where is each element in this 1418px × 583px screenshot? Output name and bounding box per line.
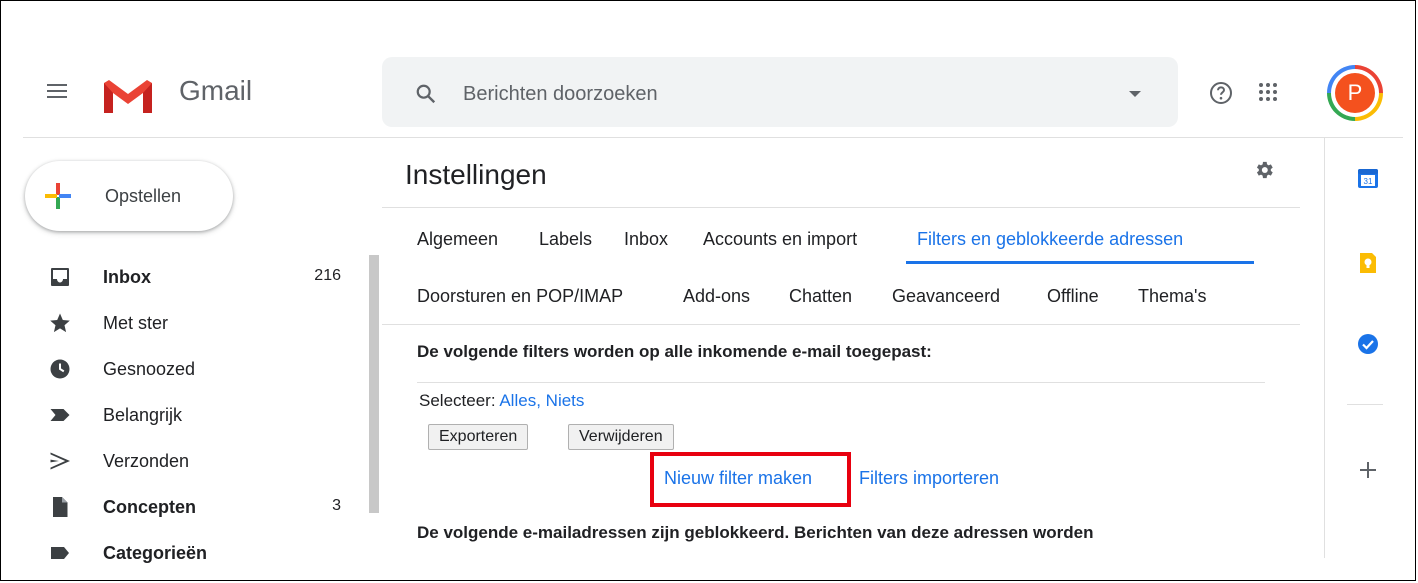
sidebar-item-inbox[interactable]: Inbox 216	[41, 262, 341, 292]
sidebar-item-label: Inbox	[103, 267, 151, 287]
import-filters-link[interactable]: Filters importeren	[859, 468, 999, 489]
sidebar-item-categories[interactable]: Categorieën	[41, 538, 341, 568]
sidebar-item-snoozed[interactable]: Gesnoozed	[41, 354, 341, 384]
delete-button[interactable]: Verwijderen	[568, 424, 674, 450]
gmail-brand-text: Gmail	[179, 75, 253, 106]
plus-icon	[45, 183, 71, 209]
gear-icon[interactable]	[1253, 159, 1275, 181]
calendar-icon[interactable]: 31	[1357, 167, 1379, 189]
select-none-link[interactable]: Niets	[546, 391, 585, 410]
sidebar-item-starred[interactable]: Met ster	[41, 308, 341, 338]
page-title: Instellingen	[405, 159, 547, 190]
gmail-window: Gmail Berichten doorzoeken P Opstellen I…	[0, 0, 1416, 581]
main-menu-icon[interactable]	[47, 84, 67, 100]
tab-offline[interactable]: Offline	[1047, 286, 1099, 307]
search-icon[interactable]	[415, 83, 437, 105]
tab-geavanceerd[interactable]: Geavanceerd	[892, 286, 1000, 307]
tab-inbox[interactable]: Inbox	[624, 229, 668, 250]
clock-icon	[50, 359, 70, 379]
tab-themas[interactable]: Thema's	[1138, 286, 1206, 307]
send-icon	[50, 452, 70, 470]
side-panel-separator	[1347, 404, 1383, 405]
sidebar-scrollbar[interactable]	[369, 255, 379, 513]
sidebar-item-drafts[interactable]: Concepten 3	[41, 492, 341, 522]
sidebar-item-label: Met ster	[103, 313, 169, 333]
add-addon-icon[interactable]	[1357, 459, 1379, 481]
header-divider	[23, 137, 1403, 138]
export-button[interactable]: Exporteren	[428, 424, 529, 450]
apps-grid-icon[interactable]	[1259, 83, 1277, 101]
important-icon	[50, 409, 70, 421]
draft-icon	[53, 497, 68, 517]
filters-divider	[417, 382, 1265, 383]
select-label: Selecteer:	[419, 391, 496, 410]
side-panel-divider	[1324, 138, 1325, 558]
sidebar-item-label: Gesnoozed	[103, 359, 196, 379]
star-icon	[50, 313, 70, 333]
tabs-divider	[382, 324, 1300, 325]
sidebar-item-label: Belangrijk	[103, 405, 183, 425]
tab-filters[interactable]: Filters en geblokkeerde adressen	[917, 229, 1183, 250]
sidebar-item-important[interactable]: Belangrijk	[41, 400, 341, 430]
label-icon	[51, 547, 69, 559]
tab-chatten[interactable]: Chatten	[789, 286, 852, 307]
sidebar-item-label: Verzonden	[103, 451, 190, 471]
select-all-link[interactable]: Alles	[499, 391, 536, 410]
create-filter-link[interactable]: Nieuw filter maken	[664, 468, 812, 489]
svg-text:31: 31	[1364, 177, 1373, 186]
sidebar-item-label: Concepten	[103, 497, 197, 517]
draft-count: 3	[332, 497, 341, 514]
blocked-addresses-heading: De volgende e-mailadressen zijn geblokke…	[417, 523, 1094, 542]
sidebar-item-sent[interactable]: Verzonden	[41, 446, 341, 476]
avatar-letter: P	[1335, 73, 1375, 113]
tasks-icon[interactable]	[1357, 333, 1379, 355]
inbox-icon	[51, 268, 69, 286]
help-icon[interactable]	[1209, 81, 1233, 105]
keep-icon[interactable]	[1357, 252, 1379, 274]
search-input[interactable]: Berichten doorzoeken	[463, 83, 658, 106]
title-divider	[382, 207, 1300, 208]
compose-button[interactable]: Opstellen	[25, 161, 233, 231]
compose-label: Opstellen	[105, 186, 182, 206]
tab-labels[interactable]: Labels	[539, 229, 592, 250]
active-tab-indicator	[906, 261, 1254, 264]
select-row: Selecteer: Alles, Niets	[419, 391, 584, 411]
search-options-dropdown-icon[interactable]	[1129, 91, 1141, 97]
tab-doorsturen[interactable]: Doorsturen en POP/IMAP	[417, 286, 623, 307]
tab-add-ons[interactable]: Add-ons	[683, 286, 750, 307]
tab-accounts-en-import[interactable]: Accounts en import	[703, 229, 857, 250]
sidebar-item-label: Categorieën	[103, 543, 208, 563]
account-avatar[interactable]: P	[1327, 65, 1383, 121]
select-separator: ,	[536, 391, 541, 410]
gmail-logo[interactable]	[101, 77, 155, 115]
tab-algemeen[interactable]: Algemeen	[417, 229, 498, 250]
unread-count: 216	[314, 267, 341, 284]
filters-heading: De volgende filters worden op alle inkom…	[417, 342, 932, 361]
